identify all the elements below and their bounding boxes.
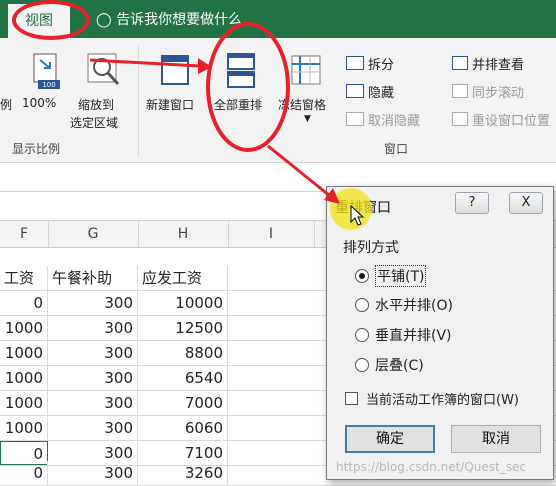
watermark: https://blog.csdn.net/Quest_sec [336, 460, 526, 474]
annotation-arrows [89, 58, 340, 204]
